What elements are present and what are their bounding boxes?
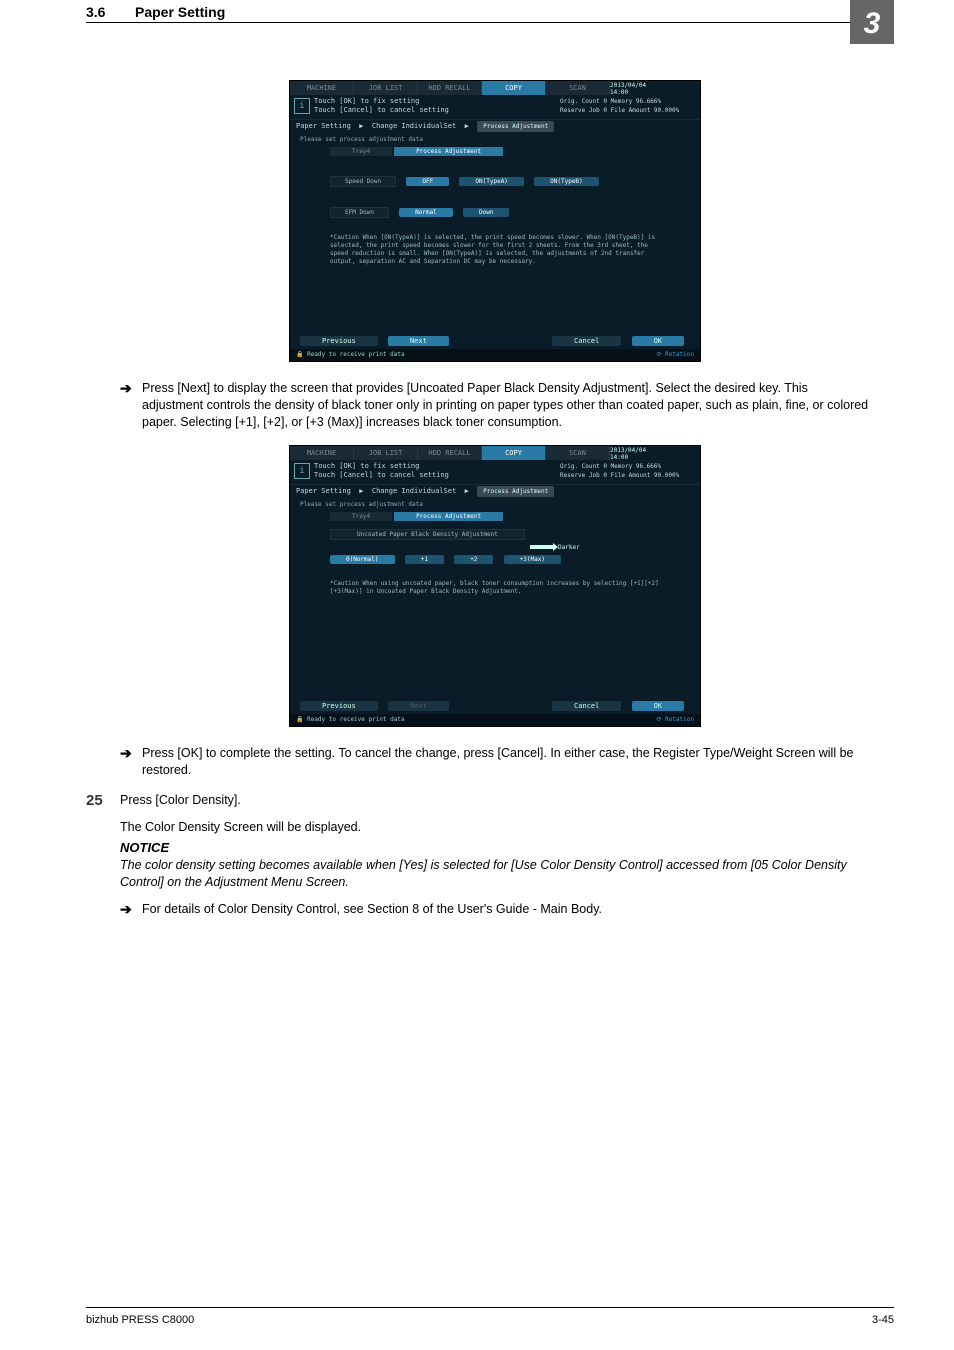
info-line1: Touch [OK] to fix setting bbox=[314, 462, 560, 471]
see-also-color-density: For details of Color Density Control, se… bbox=[142, 901, 870, 918]
status-bar: 🔒 Ready to receive print data bbox=[290, 349, 700, 361]
breadcrumb: Paper Setting ▶ Change IndividualSet ▶ P… bbox=[290, 485, 700, 498]
ok-button[interactable]: OK bbox=[632, 336, 684, 346]
top-tab-machine[interactable]: MACHINE bbox=[290, 446, 354, 460]
header-rule bbox=[86, 22, 894, 23]
chapter-tab: 3 bbox=[850, 0, 894, 44]
density-1-button[interactable]: +1 bbox=[405, 555, 444, 564]
efm-down-button[interactable]: Down bbox=[463, 208, 509, 217]
top-tab-joblist[interactable]: JOB LIST bbox=[354, 81, 418, 95]
previous-button[interactable]: Previous bbox=[300, 701, 378, 711]
mini-tab-tray[interactable]: Tray4 bbox=[330, 147, 392, 156]
cancel-button[interactable]: Cancel bbox=[552, 701, 621, 711]
top-tab-scan[interactable]: SCAN bbox=[546, 81, 610, 95]
instruction-next-uncoated: Press [Next] to display the screen that … bbox=[142, 380, 870, 431]
efm-normal-button[interactable]: Normal bbox=[399, 208, 453, 217]
speed-typeb-button[interactable]: ON(TypeB) bbox=[534, 177, 599, 186]
ok-button[interactable]: OK bbox=[632, 701, 684, 711]
subnote: Please set process adjustment data bbox=[290, 133, 700, 143]
info-line2: Touch [Cancel] to cancel setting bbox=[314, 106, 560, 115]
next-button[interactable]: Next bbox=[388, 701, 449, 711]
top-tab-machine[interactable]: MACHINE bbox=[290, 81, 354, 95]
step-number-25: 25 bbox=[86, 792, 120, 918]
footer-page: 3-45 bbox=[872, 1314, 894, 1326]
status-bar: 🔒 Ready to receive print data bbox=[290, 714, 700, 726]
section-number: 3.6 bbox=[86, 4, 105, 20]
caution-text: *Caution When [ON(TypeA)] is selected, t… bbox=[330, 234, 660, 266]
top-tab-hdd[interactable]: HDD RECALL bbox=[418, 81, 482, 95]
rotation-indicator: ⟳ Rotation bbox=[656, 349, 694, 361]
info-icon: i bbox=[294, 98, 310, 114]
counts-line2: Reserve Job 0 File Amount 90.000% bbox=[560, 106, 700, 115]
cancel-button[interactable]: Cancel bbox=[552, 336, 621, 346]
speed-typea-button[interactable]: ON(TypeA) bbox=[459, 177, 524, 186]
info-line1: Touch [OK] to fix setting bbox=[314, 97, 560, 106]
darker-label: Darker bbox=[558, 544, 580, 551]
footer-rule bbox=[86, 1307, 894, 1308]
density-2-button[interactable]: +2 bbox=[454, 555, 493, 564]
subnote: Please set process adjustment data bbox=[290, 498, 700, 508]
mini-tab-process[interactable]: Process Adjustment bbox=[394, 147, 503, 156]
previous-button[interactable]: Previous bbox=[300, 336, 378, 346]
top-tab-copy[interactable]: COPY bbox=[482, 81, 546, 95]
mini-tab-tray[interactable]: Tray4 bbox=[330, 512, 392, 521]
timestamp: 2013/04/04 14:00 bbox=[610, 82, 660, 96]
breadcrumb: Paper Setting ▶ Change IndividualSet ▶ P… bbox=[290, 120, 700, 133]
screenshot-uncoated-black-density: MACHINE JOB LIST HDD RECALL COPY SCAN 20… bbox=[289, 445, 701, 727]
caution-text: *Caution When using uncoated paper, blac… bbox=[330, 580, 660, 596]
density-0-button[interactable]: 0(Normal) bbox=[330, 555, 395, 564]
next-button[interactable]: Next bbox=[388, 336, 449, 346]
counts-line2: Reserve Job 0 File Amount 90.000% bbox=[560, 471, 700, 480]
top-tab-scan[interactable]: SCAN bbox=[546, 446, 610, 460]
mini-tab-process[interactable]: Process Adjustment bbox=[394, 512, 503, 521]
counts-line1: Orig. Count 0 Memory 96.666% bbox=[560, 462, 700, 471]
screenshot-process-adjustment-speed: MACHINE JOB LIST HDD RECALL COPY SCAN 20… bbox=[289, 80, 701, 362]
top-tab-copy[interactable]: COPY bbox=[482, 446, 546, 460]
top-tab-hdd[interactable]: HDD RECALL bbox=[418, 446, 482, 460]
speed-down-label: Speed Down bbox=[330, 176, 396, 187]
section-density-label: Uncoated Paper Black Density Adjustment bbox=[330, 529, 525, 540]
timestamp: 2013/04/04 14:00 bbox=[610, 447, 660, 461]
rotation-indicator: ⟳ Rotation bbox=[656, 714, 694, 726]
top-tab-joblist[interactable]: JOB LIST bbox=[354, 446, 418, 460]
notice-body: The color density setting becomes availa… bbox=[120, 857, 870, 891]
speed-off-button[interactable]: OFF bbox=[406, 177, 449, 186]
density-3-button[interactable]: +3(Max) bbox=[504, 555, 561, 564]
efm-down-label: EFM Down bbox=[330, 207, 389, 218]
arrow-icon: ➔ bbox=[120, 380, 142, 431]
arrow-icon: ➔ bbox=[120, 901, 142, 918]
step-25-action: Press [Color Density]. bbox=[120, 792, 870, 809]
section-title: Paper Setting bbox=[135, 4, 225, 20]
step-25-result: The Color Density Screen will be display… bbox=[120, 819, 870, 836]
footer-product: bizhub PRESS C8000 bbox=[86, 1314, 194, 1326]
info-icon: i bbox=[294, 463, 310, 479]
notice-heading: NOTICE bbox=[120, 840, 870, 855]
arrow-icon: ➔ bbox=[120, 745, 142, 779]
counts-line1: Orig. Count 0 Memory 96.666% bbox=[560, 97, 700, 106]
instruction-ok-cancel: Press [OK] to complete the setting. To c… bbox=[142, 745, 870, 779]
info-line2: Touch [Cancel] to cancel setting bbox=[314, 471, 560, 480]
